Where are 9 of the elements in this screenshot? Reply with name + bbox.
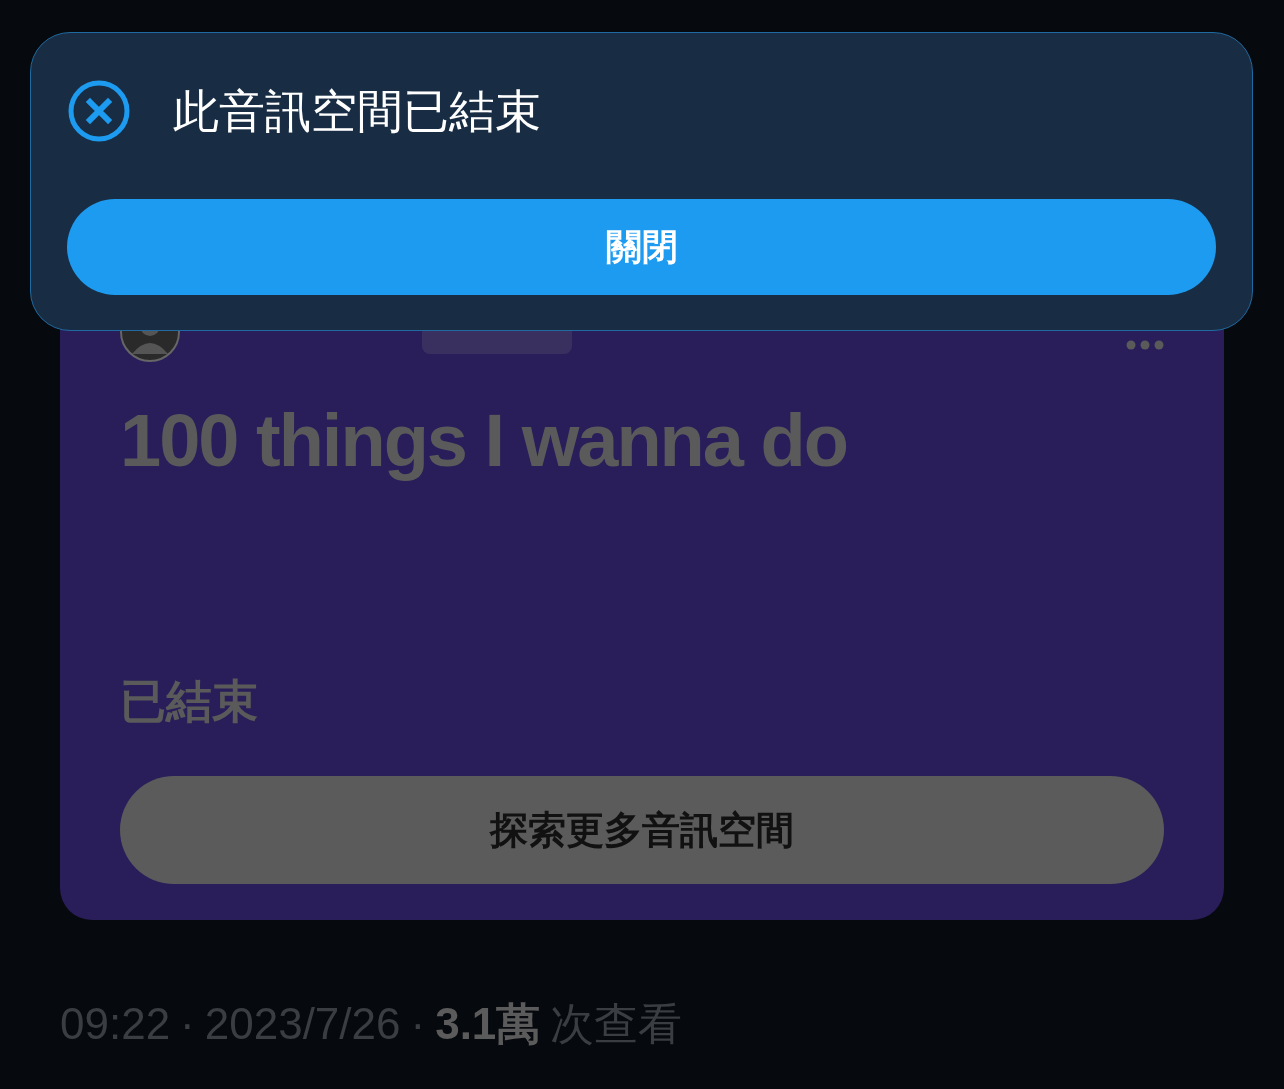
- more-icon[interactable]: [1126, 340, 1164, 350]
- close-button[interactable]: 關閉: [67, 199, 1216, 295]
- toast-message: 此音訊空間已結束: [173, 88, 541, 134]
- separator-dot: ·: [180, 1002, 195, 1046]
- separator-dot: ·: [410, 1002, 426, 1046]
- status-text: 已結束: [120, 678, 258, 724]
- view-count: 3.1萬: [435, 1002, 541, 1046]
- close-circle-icon: [67, 79, 131, 143]
- explore-button[interactable]: 探索更多音訊空間: [120, 776, 1164, 884]
